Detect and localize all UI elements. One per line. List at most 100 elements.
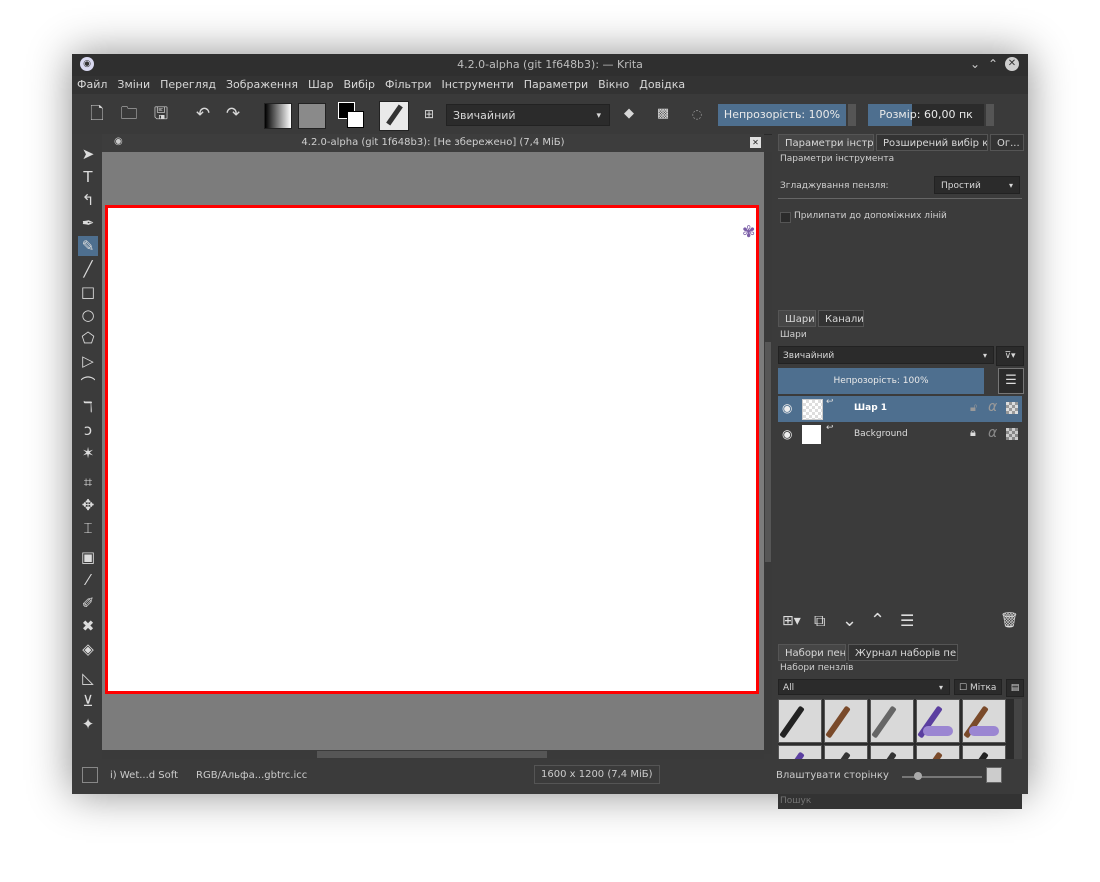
eraser-icon[interactable]: ◆ xyxy=(618,103,640,125)
menu-tools[interactable]: Інструменти xyxy=(437,76,519,94)
zoom-fit-icon[interactable] xyxy=(986,767,1002,783)
brush-preset-thumb[interactable] xyxy=(916,699,960,743)
brush-preset-thumb[interactable] xyxy=(824,699,868,743)
gradient-tool-icon[interactable]: ▣ xyxy=(78,547,98,567)
tab-overview[interactable]: Ог... xyxy=(990,134,1024,151)
add-layer-icon[interactable]: ⊞▾ xyxy=(782,613,801,629)
menu-window[interactable]: Вікно xyxy=(593,76,634,94)
tab-tool-options[interactable]: Параметри інстру... xyxy=(778,134,874,151)
layer-row[interactable]: ◉ ↩ Background 🔒︎ α xyxy=(778,422,1022,448)
transform-tool-icon[interactable]: ⌗ xyxy=(78,472,98,492)
gradient-selector-icon[interactable] xyxy=(264,103,292,129)
tab-layers[interactable]: Шари xyxy=(778,310,816,327)
preserve-alpha-icon[interactable]: ▩ xyxy=(652,103,674,125)
redo-icon[interactable]: ↷ xyxy=(222,103,244,125)
brush-preset-thumb[interactable] xyxy=(870,699,914,743)
layer-settings-icon[interactable]: ☰ xyxy=(900,611,914,630)
fill-tool-icon[interactable]: ✖ xyxy=(78,616,98,636)
opacity-spin-icon[interactable] xyxy=(848,104,856,126)
undo-icon[interactable]: ↶ xyxy=(192,103,214,125)
tab-channels[interactable]: Канали xyxy=(818,310,864,327)
edit-shapes-icon[interactable]: ↰ xyxy=(78,190,98,210)
horizontal-scrollbar[interactable] xyxy=(102,750,764,759)
menu-edit[interactable]: Зміни xyxy=(112,76,155,94)
canvas[interactable] xyxy=(105,205,759,694)
tab-brush-history[interactable]: Журнал наборів пензлів xyxy=(848,644,958,661)
menu-view[interactable]: Перегляд xyxy=(155,76,221,94)
smart-patch-icon[interactable]: ✐ xyxy=(78,593,98,613)
menu-help[interactable]: Довідка xyxy=(634,76,690,94)
reference-images-icon[interactable]: ✦ xyxy=(78,714,98,734)
brush-preset-thumb[interactable] xyxy=(962,699,1006,743)
lock-icon[interactable]: 🔓︎ xyxy=(970,401,977,415)
layer-blend-select[interactable]: Звичайний ▾ xyxy=(778,346,994,364)
size-slider[interactable]: Розмір: 60,00 пк xyxy=(868,104,984,126)
opacity-slider[interactable]: Непрозорість: 100% xyxy=(718,104,846,126)
new-file-icon[interactable]: 🗋 xyxy=(86,103,108,125)
menu-settings[interactable]: Параметри xyxy=(519,76,593,94)
inherit-alpha-icon[interactable] xyxy=(1006,428,1018,440)
color-swatches-icon[interactable] xyxy=(338,102,364,128)
dynamic-brush-icon[interactable]: ↄ xyxy=(78,420,98,440)
ellipse-tool-icon[interactable]: ○ xyxy=(78,305,98,325)
smoothing-select[interactable]: Простий ▾ xyxy=(934,176,1020,194)
select-shapes-icon[interactable]: ➤ xyxy=(78,144,98,164)
layer-properties-icon[interactable]: ☰ xyxy=(998,368,1024,394)
brush-preset-thumb[interactable] xyxy=(778,699,822,743)
bucket-fill-icon[interactable]: ◈ xyxy=(78,639,98,659)
freehand-brush-icon[interactable]: ✎ xyxy=(78,236,98,256)
alpha-lock-icon[interactable]: α xyxy=(988,399,997,415)
eye-icon[interactable]: ◉ xyxy=(782,401,792,415)
layer-row[interactable]: ◉ ↩ Шар 1 🔓︎ α xyxy=(778,396,1022,422)
eye-icon[interactable]: ◉ xyxy=(782,427,792,441)
move-tool-icon[interactable]: ✥ xyxy=(78,495,98,515)
menu-filter[interactable]: Фільтри xyxy=(380,76,437,94)
menu-layer[interactable]: Шар xyxy=(303,76,339,94)
text-tool-icon[interactable]: T xyxy=(78,167,98,187)
reload-preset-icon[interactable]: ◌ xyxy=(686,103,708,125)
duplicate-layer-icon[interactable]: ⧉ xyxy=(814,611,825,631)
snap-checkbox[interactable] xyxy=(780,212,791,223)
layer-filter-icon[interactable]: ⊽▾ xyxy=(996,346,1024,366)
menu-image[interactable]: Зображення xyxy=(221,76,303,94)
vertical-scrollbar[interactable] xyxy=(764,152,772,754)
menu-file[interactable]: Файл xyxy=(72,76,112,94)
lock-icon[interactable]: 🔒︎ xyxy=(970,426,976,440)
save-icon[interactable]: 🖫 xyxy=(150,103,172,125)
workspace-icon[interactable]: ⊞ xyxy=(418,103,440,125)
multibrush-icon[interactable]: ✶ xyxy=(78,443,98,463)
document-tab[interactable]: ◉ 4.2.0-alpha (git 1f648b3): [Не збереже… xyxy=(102,134,764,152)
tab-advanced-color[interactable]: Розширений вибір ко... xyxy=(876,134,988,151)
menu-select[interactable]: Вибір xyxy=(338,76,380,94)
open-file-icon[interactable]: 🗀 xyxy=(118,103,140,125)
move-layer-up-icon[interactable]: ⌃ xyxy=(870,610,885,631)
document-close-icon[interactable]: ✕ xyxy=(750,137,761,148)
preset-search-input[interactable] xyxy=(778,793,1022,809)
brush-preset-icon[interactable] xyxy=(379,101,409,131)
pattern-selector-icon[interactable] xyxy=(298,103,326,129)
close-icon[interactable]: ✕ xyxy=(1005,57,1019,71)
maximize-icon[interactable]: ⌃ xyxy=(988,57,998,71)
crop-tool-icon[interactable]: ⌶ xyxy=(78,518,98,538)
line-tool-icon[interactable]: ╱ xyxy=(78,259,98,279)
tag-button[interactable]: ☐ Мітка xyxy=(954,679,1002,695)
size-spin-icon[interactable] xyxy=(986,104,994,126)
color-picker-icon[interactable]: ⁄ xyxy=(78,570,98,590)
assistant-tool-icon[interactable]: ◺ xyxy=(78,668,98,688)
inherit-alpha-icon[interactable] xyxy=(1006,402,1018,414)
move-layer-down-icon[interactable]: ⌄ xyxy=(842,610,857,631)
polyline-tool-icon[interactable]: ▷ xyxy=(78,351,98,371)
zoom-handle[interactable] xyxy=(914,772,922,780)
tab-brush-presets[interactable]: Набори пензлів xyxy=(778,644,846,661)
polygon-tool-icon[interactable]: ⬠ xyxy=(78,328,98,348)
preset-filter-select[interactable]: All ▾ xyxy=(778,679,950,695)
bezier-tool-icon[interactable]: ⌒ xyxy=(78,374,98,394)
fit-page-label[interactable]: Влаштувати сторінку xyxy=(776,770,889,781)
rectangle-tool-icon[interactable]: □ xyxy=(78,282,98,302)
freehand-path-icon[interactable]: ℸ xyxy=(78,397,98,417)
minimize-icon[interactable]: ⌄ xyxy=(970,57,980,71)
layer-opacity-slider[interactable]: Непрозорість: 100% xyxy=(778,368,984,394)
calligraphy-icon[interactable]: ✒ xyxy=(78,213,98,233)
blend-mode-select[interactable]: Звичайний ▾ xyxy=(446,104,610,126)
delete-layer-icon[interactable]: 🗑 xyxy=(1000,611,1019,629)
